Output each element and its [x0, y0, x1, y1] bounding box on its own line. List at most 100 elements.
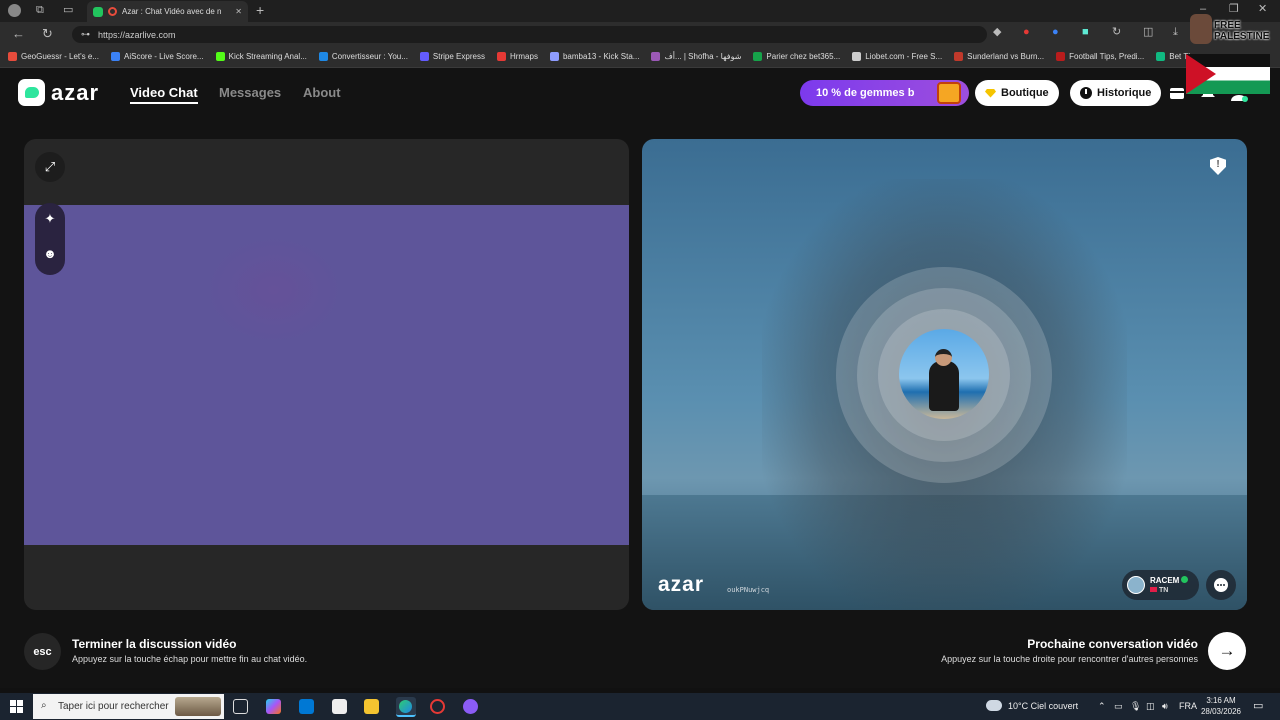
next-chat-button[interactable]: →: [1208, 632, 1246, 670]
bookmark-item[interactable]: أف... | Shofha - شوفها: [651, 52, 741, 61]
bookmark-item[interactable]: GeoGuessr - Let's e...: [8, 52, 99, 61]
gem-icon: [985, 88, 996, 98]
tray-mic-icon[interactable]: 🎙︎: [1130, 701, 1141, 712]
discord-icon[interactable]: [463, 699, 478, 714]
bookmark-label: AiScore - Live Score...: [124, 52, 204, 61]
face-filter-icon[interactable]: ☻: [35, 238, 65, 268]
edge-browser-icon[interactable]: [396, 697, 416, 717]
clock-icon: [1080, 87, 1092, 99]
inbox-icon[interactable]: [1168, 84, 1186, 102]
close-tab-icon[interactable]: ✕: [235, 7, 242, 16]
gems-promo-banner[interactable]: 10 % de gemmes b: [800, 80, 969, 106]
language-indicator[interactable]: FRA: [1179, 701, 1197, 711]
tray-wifi-icon[interactable]: ◫: [1146, 701, 1155, 712]
profile-icon[interactable]: [8, 4, 21, 17]
clock-widget[interactable]: 3:16 AM 28/03/2026: [1200, 695, 1242, 717]
logo-text: azar: [51, 79, 100, 105]
bookmark-item[interactable]: Hrmaps: [496, 52, 538, 61]
workspaces-icon[interactable]: ⧉: [36, 5, 44, 16]
nav-messages[interactable]: Messages: [219, 85, 281, 100]
raised-fist-image: [1190, 14, 1212, 44]
chat-bubble-icon[interactable]: [1206, 570, 1236, 600]
remote-user-avatar: [1127, 576, 1145, 594]
bookmark-favicon-icon: [1056, 52, 1066, 61]
remote-user-chip[interactable]: RACEM TN: [1122, 570, 1199, 600]
remote-video-panel: ! azar oukPNuwjcq RACEM TN: [642, 139, 1247, 610]
browser-tab-bar: ⧉ ▭ Azar : Chat Vidéo avec de n ✕ + – ❐ …: [0, 0, 1280, 22]
taskbar-search-box[interactable]: ⌕ Taper ici pour rechercher: [33, 694, 224, 719]
extension-shield-icon[interactable]: ●: [1023, 27, 1030, 38]
task-view-icon[interactable]: [233, 699, 248, 714]
tray-network-icon[interactable]: ▭: [1114, 701, 1123, 712]
file-explorer-icon[interactable]: [364, 699, 379, 714]
bookmark-favicon-icon: [651, 52, 661, 61]
tray-chevron-icon[interactable]: ⌃: [1098, 701, 1106, 712]
promo-text: 10 % de gemmes b: [816, 87, 915, 99]
palestine-flag-image: [1186, 54, 1270, 94]
bookmark-item[interactable]: bamba13 - Kick Sta...: [549, 52, 639, 61]
nav-about[interactable]: About: [303, 85, 341, 100]
bookmarks-bar: GeoGuessr - Let's e... AiScore - Live Sco…: [0, 46, 1280, 68]
free-palestine-text: FREE PALESTINE: [1214, 20, 1270, 42]
bookmark-item[interactable]: Sunderland vs Burn...: [954, 52, 1044, 61]
extension-blue-icon[interactable]: ●: [1052, 27, 1059, 38]
bookmark-favicon-icon: [215, 52, 225, 61]
clock-date: 28/03/2026: [1200, 707, 1242, 716]
windows-start-icon[interactable]: [10, 700, 23, 713]
weather-text[interactable]: 10°C Ciel couvert: [1008, 701, 1078, 711]
report-icon[interactable]: !: [1210, 157, 1226, 175]
tab-azar[interactable]: Azar : Chat Vidéo avec de n ✕: [87, 1, 248, 22]
bookmark-favicon-icon: [954, 52, 964, 61]
azar-logo[interactable]: azar: [18, 79, 99, 106]
bookmark-label: Kick Streaming Anal...: [228, 52, 307, 61]
bookmark-item[interactable]: Stripe Express: [419, 52, 485, 61]
split-screen-icon[interactable]: ◫: [1143, 27, 1153, 38]
bookmark-item[interactable]: Kick Streaming Anal...: [215, 52, 307, 61]
restore-icon[interactable]: ❐: [1229, 4, 1239, 15]
nav-video-chat[interactable]: Video Chat: [130, 85, 198, 104]
new-tab-icon[interactable]: +: [256, 3, 264, 17]
bookmark-favicon-icon: [852, 52, 862, 61]
tab-title: Azar : Chat Vidéo avec de n: [122, 7, 222, 16]
url-field[interactable]: ⊶ https://azarlive.com: [72, 26, 987, 43]
shop-button[interactable]: Boutique: [975, 80, 1059, 106]
copilot-icon[interactable]: [266, 699, 281, 714]
bookmark-item[interactable]: Convertisseur : You...: [318, 52, 408, 61]
local-camera-feed: [24, 205, 629, 545]
site-info-icon[interactable]: ⊶: [81, 29, 90, 40]
outlook-icon[interactable]: [299, 699, 314, 714]
bookmark-favicon-icon: [549, 52, 559, 61]
remote-user-country: TN: [1159, 586, 1169, 594]
bookmark-item[interactable]: Liobet.com - Free S...: [852, 52, 942, 61]
bookmark-favicon-icon: [8, 52, 17, 61]
esc-key-button[interactable]: esc: [24, 633, 61, 670]
extensions-puzzle-icon[interactable]: ↻: [1112, 27, 1121, 38]
recorder-icon[interactable]: [430, 699, 445, 714]
azar-favicon-icon: [93, 6, 103, 17]
tray-volume-icon[interactable]: 🔊︎: [1162, 701, 1168, 712]
refresh-icon[interactable]: ↻: [42, 27, 53, 40]
tab-actions-icon[interactable]: ▭: [63, 5, 73, 16]
bookmark-label: Hrmaps: [509, 52, 538, 61]
store-icon[interactable]: [332, 699, 347, 714]
expand-icon[interactable]: ⤢: [35, 152, 65, 182]
watermark-id: oukPNuwjcq: [727, 586, 770, 594]
bookmark-item[interactable]: Parier chez bet365...: [753, 52, 840, 61]
search-highlight-image: [175, 697, 221, 716]
close-window-icon[interactable]: ✕: [1258, 4, 1267, 15]
magic-wand-icon[interactable]: ✦: [35, 204, 65, 234]
bookmark-item[interactable]: Football Tips, Predi...: [1056, 52, 1144, 61]
downloads-icon[interactable]: ⤓: [1173, 27, 1178, 38]
bookmark-label: Liobet.com - Free S...: [865, 52, 943, 61]
notifications-icon[interactable]: ▭: [1253, 699, 1263, 712]
history-button[interactable]: Historique: [1070, 80, 1162, 106]
verified-icon: [1181, 575, 1189, 583]
extension-icon[interactable]: ◆: [993, 27, 1001, 38]
end-chat-subtitle: Appuyez sur la touche échap pour mettre …: [72, 654, 308, 664]
local-video-panel: ⤢ ✦ ☻: [24, 139, 629, 610]
bookmark-item[interactable]: AiScore - Live Score...: [111, 52, 204, 61]
extension-teal-icon[interactable]: ■: [1082, 27, 1089, 38]
back-icon[interactable]: ←: [12, 27, 25, 40]
bookmark-label: Stripe Express: [432, 52, 485, 61]
bookmark-favicon-icon: [419, 52, 429, 61]
